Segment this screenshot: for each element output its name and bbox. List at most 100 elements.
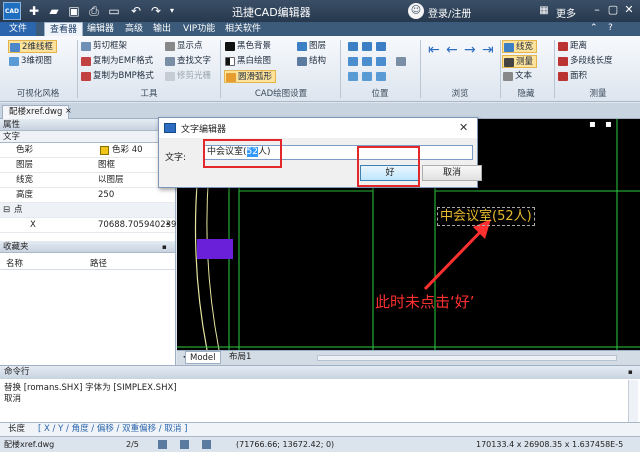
room-label-text[interactable]: 中会议室(52人): [437, 207, 535, 226]
copy-emf-button[interactable]: 复制为EMF格式: [80, 55, 156, 68]
command-options[interactable]: [ X / Y / 角度 / 偏移 / 双重偏移 / 取消 ]: [38, 423, 187, 436]
trim-raster-icon: [165, 72, 175, 81]
align-top-icon[interactable]: [362, 42, 372, 51]
collapse-icon[interactable]: ⊟: [3, 203, 10, 218]
horizontal-scrollbar[interactable]: [317, 355, 617, 361]
find-text-button[interactable]: 查找文字: [164, 55, 214, 68]
polyline-length-button[interactable]: 多段线长度: [557, 55, 616, 68]
structure-button[interactable]: 结构: [296, 55, 329, 68]
copy-bmp-button[interactable]: 复制为BMP格式: [80, 70, 157, 83]
2d-wireframe-button[interactable]: 2维线框: [8, 40, 57, 53]
tab-layout1[interactable]: 布局1: [225, 351, 255, 364]
print-icon[interactable]: ⎙: [86, 3, 102, 19]
3d-view-button[interactable]: 3维视图: [8, 55, 55, 68]
black-background-button[interactable]: 黑色背景: [224, 40, 274, 53]
pin-icon[interactable]: ▪: [162, 241, 167, 253]
cancel-button[interactable]: 取消: [422, 165, 482, 181]
first-page-icon[interactable]: ⇤: [428, 42, 440, 58]
area-button[interactable]: 面积: [557, 70, 590, 83]
property-row[interactable]: X 70688.705940239: [0, 218, 176, 233]
quick-access-dropdown-icon[interactable]: ▾: [164, 3, 180, 19]
arc-icon: [226, 73, 236, 82]
previous-page-icon[interactable]: ←: [446, 42, 458, 58]
lineweight-toggle[interactable]: 线宽: [502, 40, 538, 53]
ribbon-expand-icon[interactable]: ⌃: [590, 23, 602, 35]
align-bottom-right-icon[interactable]: [376, 72, 386, 81]
close-icon[interactable]: ✕: [622, 3, 636, 17]
property-row[interactable]: 线宽 以图层: [0, 173, 175, 188]
tab-model[interactable]: Model: [185, 351, 221, 364]
favorites-col-name[interactable]: 名称: [6, 257, 23, 269]
document-tab[interactable]: 配楼xref.dwg: [2, 105, 70, 119]
align-bottom-icon[interactable]: [362, 72, 372, 81]
menu-related-software[interactable]: 相关软件: [220, 22, 266, 36]
open-folder-icon[interactable]: ▰: [46, 3, 62, 19]
property-row[interactable]: 高度 250: [0, 188, 175, 203]
pin-icon[interactable]: ▪: [628, 368, 633, 376]
login-link[interactable]: 登录/注册: [428, 5, 471, 20]
grid-icon[interactable]: [180, 440, 189, 449]
black-white-button[interactable]: 黑白绘图: [224, 55, 274, 68]
undo-icon[interactable]: ↶: [128, 3, 144, 19]
copy-bmp-icon: [81, 72, 91, 81]
menu-output[interactable]: 输出: [148, 22, 176, 36]
section-text[interactable]: 文字: [0, 131, 175, 143]
measure-toggle[interactable]: 测量: [502, 55, 538, 68]
scroll-arrow-icon[interactable]: ▴: [166, 219, 170, 227]
align-center-icon[interactable]: [362, 57, 372, 66]
group-separator: [554, 40, 555, 98]
favorites-col-path[interactable]: 路径: [90, 257, 107, 269]
align-top-left-icon[interactable]: [348, 42, 358, 51]
group-label-hide: 隐藏: [517, 89, 535, 99]
align-right-icon[interactable]: [376, 57, 386, 66]
help-icon[interactable]: ?: [608, 23, 620, 35]
new-file-icon[interactable]: ✚: [26, 3, 42, 19]
section-point[interactable]: ⊟ 点: [0, 203, 175, 218]
status-bar: 配楼xref.dwg 2/5 (71766.66; 13672.42; 0) 1…: [0, 436, 640, 452]
window-icon[interactable]: ▭: [106, 3, 122, 19]
text-toggle[interactable]: 文本: [502, 70, 535, 83]
last-page-icon[interactable]: ⇥: [482, 42, 494, 58]
align-top-right-icon[interactable]: [376, 42, 386, 51]
highlight-box-input: [203, 139, 282, 168]
command-prompt: 长度: [8, 424, 26, 434]
divider: [0, 269, 175, 270]
position-extra-icon[interactable]: [396, 57, 406, 66]
dialog-titlebar: 文字编辑器 ✕: [159, 118, 477, 138]
menu-viewer[interactable]: 查看器: [44, 22, 84, 36]
align-bottom-left-icon[interactable]: [348, 72, 358, 81]
structure-icon: [297, 57, 307, 66]
menu-editor[interactable]: 编辑器: [82, 22, 119, 36]
vertical-scrollbar[interactable]: [628, 380, 638, 422]
status-file: 配楼xref.dwg: [4, 440, 55, 449]
group-label-position: 位置: [371, 89, 389, 99]
user-icon[interactable]: ☺: [408, 3, 424, 19]
layers-button[interactable]: 图层: [296, 40, 329, 53]
command-input-bar[interactable]: 长度 [ X / Y / 角度 / 偏移 / 双重偏移 / 取消 ]: [0, 422, 640, 436]
close-tab-icon[interactable]: ×: [65, 106, 72, 115]
group-separator: [420, 40, 421, 98]
menu-vip[interactable]: VIP功能: [178, 22, 220, 36]
properties-panel: 属性 文字 色彩 色彩 40 ▾ 图层图框 线宽以图层 高度250 ⊟ 点 X7…: [0, 119, 176, 365]
align-left-icon[interactable]: [348, 57, 358, 66]
distance-button[interactable]: 距离: [557, 40, 590, 53]
save-icon[interactable]: ▣: [66, 3, 82, 19]
canvas-marker: ▪: [605, 119, 612, 130]
menu-file[interactable]: 文件: [0, 22, 36, 36]
smooth-arc-button[interactable]: 圆滑弧形: [224, 70, 277, 83]
minimize-icon[interactable]: –: [590, 3, 604, 17]
property-row[interactable]: 图层 图框: [0, 158, 175, 173]
menu-advanced[interactable]: 高级: [120, 22, 148, 36]
next-page-icon[interactable]: →: [464, 42, 476, 58]
more-link[interactable]: 更多: [556, 5, 576, 20]
trim-raster-button[interactable]: 修剪光栅: [164, 70, 214, 83]
dialog-close-icon[interactable]: ✕: [459, 121, 468, 134]
maximize-icon[interactable]: ▢: [606, 3, 620, 17]
clip-frame-button[interactable]: 剪切框架: [80, 40, 130, 53]
snap-icon[interactable]: [158, 440, 167, 449]
redo-icon[interactable]: ↷: [148, 3, 164, 19]
show-points-button[interactable]: 显示点: [164, 40, 206, 53]
property-row[interactable]: 色彩 色彩 40 ▾: [0, 143, 175, 158]
ortho-icon[interactable]: [202, 440, 211, 449]
more-grid-icon[interactable]: ▦: [536, 3, 552, 19]
